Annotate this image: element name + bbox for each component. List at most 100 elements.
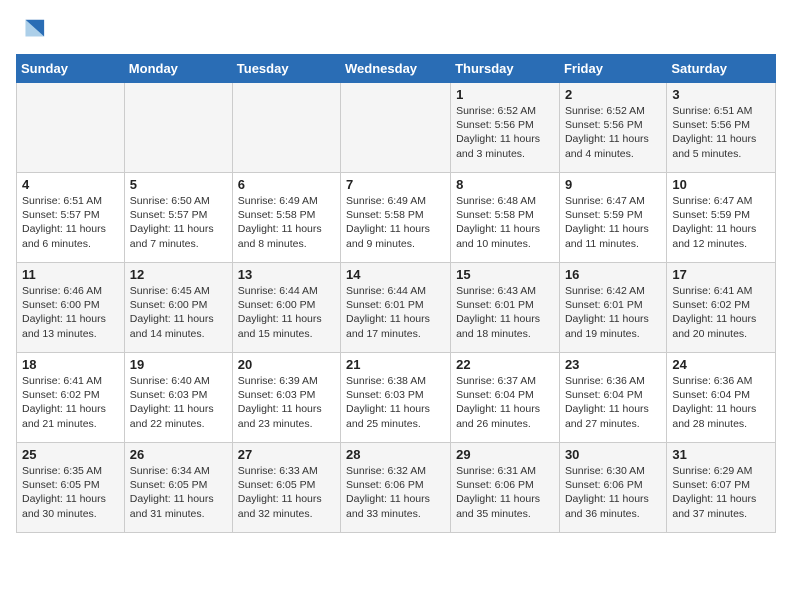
calendar-cell: 8 Sunrise: 6:48 AM Sunset: 5:58 PM Daylig… <box>451 173 560 263</box>
calendar-cell: 23 Sunrise: 6:36 AM Sunset: 6:04 PM Dayli… <box>559 353 666 443</box>
calendar-cell: 18 Sunrise: 6:41 AM Sunset: 6:02 PM Dayli… <box>17 353 125 443</box>
calendar-cell: 13 Sunrise: 6:44 AM Sunset: 6:00 PM Dayli… <box>232 263 340 353</box>
calendar-cell: 9 Sunrise: 6:47 AM Sunset: 5:59 PM Daylig… <box>559 173 666 263</box>
day-number: 28 <box>346 447 445 462</box>
day-info: Sunrise: 6:36 AM Sunset: 6:04 PM Dayligh… <box>565 374 661 431</box>
day-number: 30 <box>565 447 661 462</box>
day-info: Sunrise: 6:52 AM Sunset: 5:56 PM Dayligh… <box>456 104 554 161</box>
calendar-cell: 3Sunrise: 6:51 AM Sunset: 5:56 PM Daylig… <box>667 83 776 173</box>
day-info: Sunrise: 6:37 AM Sunset: 6:04 PM Dayligh… <box>456 374 554 431</box>
day-number: 6 <box>238 177 335 192</box>
day-info: Sunrise: 6:40 AM Sunset: 6:03 PM Dayligh… <box>130 374 227 431</box>
calendar-cell: 31 Sunrise: 6:29 AM Sunset: 6:07 PM Dayli… <box>667 443 776 533</box>
calendar-cell: 27 Sunrise: 6:33 AM Sunset: 6:05 PM Dayli… <box>232 443 340 533</box>
day-info: Sunrise: 6:49 AM Sunset: 5:58 PM Dayligh… <box>346 194 445 251</box>
day-number: 17 <box>672 267 770 282</box>
day-number: 7 <box>346 177 445 192</box>
day-info: Sunrise: 6:43 AM Sunset: 6:01 PM Dayligh… <box>456 284 554 341</box>
day-info: Sunrise: 6:41 AM Sunset: 6:02 PM Dayligh… <box>22 374 119 431</box>
day-info: Sunrise: 6:32 AM Sunset: 6:06 PM Dayligh… <box>346 464 445 521</box>
calendar-cell: 25Sunrise: 6:35 AM Sunset: 6:05 PM Dayli… <box>17 443 125 533</box>
day-info: Sunrise: 6:39 AM Sunset: 6:03 PM Dayligh… <box>238 374 335 431</box>
day-number: 20 <box>238 357 335 372</box>
day-info: Sunrise: 6:51 AM Sunset: 5:56 PM Dayligh… <box>672 104 770 161</box>
day-info: Sunrise: 6:34 AM Sunset: 6:05 PM Dayligh… <box>130 464 227 521</box>
day-number: 10 <box>672 177 770 192</box>
calendar-cell: 17 Sunrise: 6:41 AM Sunset: 6:02 PM Dayli… <box>667 263 776 353</box>
calendar-cell: 12 Sunrise: 6:45 AM Sunset: 6:00 PM Dayli… <box>124 263 232 353</box>
day-info: Sunrise: 6:45 AM Sunset: 6:00 PM Dayligh… <box>130 284 227 341</box>
day-info: Sunrise: 6:49 AM Sunset: 5:58 PM Dayligh… <box>238 194 335 251</box>
logo <box>16 16 46 44</box>
day-info: Sunrise: 6:52 AM Sunset: 5:56 PM Dayligh… <box>565 104 661 161</box>
calendar-cell: 16Sunrise: 6:42 AM Sunset: 6:01 PM Dayli… <box>559 263 666 353</box>
calendar-cell <box>232 83 340 173</box>
day-number: 5 <box>130 177 227 192</box>
day-info: Sunrise: 6:47 AM Sunset: 5:59 PM Dayligh… <box>672 194 770 251</box>
calendar-header-row: SundayMondayTuesdayWednesdayThursdayFrid… <box>17 55 776 83</box>
calendar-cell: 30 Sunrise: 6:30 AM Sunset: 6:06 PM Dayli… <box>559 443 666 533</box>
calendar-cell: 11 Sunrise: 6:46 AM Sunset: 6:00 PM Dayli… <box>17 263 125 353</box>
day-number: 31 <box>672 447 770 462</box>
logo-icon <box>18 16 46 44</box>
calendar-cell <box>124 83 232 173</box>
day-number: 22 <box>456 357 554 372</box>
calendar-week-row: 18 Sunrise: 6:41 AM Sunset: 6:02 PM Dayli… <box>17 353 776 443</box>
day-number: 1 <box>456 87 554 102</box>
day-info: Sunrise: 6:35 AM Sunset: 6:05 PM Dayligh… <box>22 464 119 521</box>
header-thursday: Thursday <box>451 55 560 83</box>
day-number: 29 <box>456 447 554 462</box>
calendar-week-row: 25Sunrise: 6:35 AM Sunset: 6:05 PM Dayli… <box>17 443 776 533</box>
header-monday: Monday <box>124 55 232 83</box>
calendar-cell: 20 Sunrise: 6:39 AM Sunset: 6:03 PM Dayli… <box>232 353 340 443</box>
calendar-cell: 10 Sunrise: 6:47 AM Sunset: 5:59 PM Dayli… <box>667 173 776 263</box>
day-info: Sunrise: 6:46 AM Sunset: 6:00 PM Dayligh… <box>22 284 119 341</box>
calendar-week-row: 11 Sunrise: 6:46 AM Sunset: 6:00 PM Dayli… <box>17 263 776 353</box>
calendar-cell: 26 Sunrise: 6:34 AM Sunset: 6:05 PM Dayli… <box>124 443 232 533</box>
day-info: Sunrise: 6:50 AM Sunset: 5:57 PM Dayligh… <box>130 194 227 251</box>
calendar-cell: 5 Sunrise: 6:50 AM Sunset: 5:57 PM Daylig… <box>124 173 232 263</box>
header-saturday: Saturday <box>667 55 776 83</box>
day-number: 8 <box>456 177 554 192</box>
day-number: 13 <box>238 267 335 282</box>
day-number: 11 <box>22 267 119 282</box>
calendar-cell: 15 Sunrise: 6:43 AM Sunset: 6:01 PM Dayli… <box>451 263 560 353</box>
calendar-cell <box>341 83 451 173</box>
day-info: Sunrise: 6:47 AM Sunset: 5:59 PM Dayligh… <box>565 194 661 251</box>
calendar-table: SundayMondayTuesdayWednesdayThursdayFrid… <box>16 54 776 533</box>
day-number: 23 <box>565 357 661 372</box>
day-info: Sunrise: 6:30 AM Sunset: 6:06 PM Dayligh… <box>565 464 661 521</box>
calendar-cell: 4Sunrise: 6:51 AM Sunset: 5:57 PM Daylig… <box>17 173 125 263</box>
calendar-cell: 21 Sunrise: 6:38 AM Sunset: 6:03 PM Dayli… <box>341 353 451 443</box>
calendar-cell: 1 Sunrise: 6:52 AM Sunset: 5:56 PM Daylig… <box>451 83 560 173</box>
day-number: 27 <box>238 447 335 462</box>
calendar-cell: 19 Sunrise: 6:40 AM Sunset: 6:03 PM Dayli… <box>124 353 232 443</box>
page-header <box>16 16 776 44</box>
day-number: 26 <box>130 447 227 462</box>
day-number: 18 <box>22 357 119 372</box>
calendar-cell: 29Sunrise: 6:31 AM Sunset: 6:06 PM Dayli… <box>451 443 560 533</box>
day-info: Sunrise: 6:29 AM Sunset: 6:07 PM Dayligh… <box>672 464 770 521</box>
day-number: 24 <box>672 357 770 372</box>
calendar-cell: 6 Sunrise: 6:49 AM Sunset: 5:58 PM Daylig… <box>232 173 340 263</box>
day-number: 4 <box>22 177 119 192</box>
day-info: Sunrise: 6:38 AM Sunset: 6:03 PM Dayligh… <box>346 374 445 431</box>
header-tuesday: Tuesday <box>232 55 340 83</box>
day-number: 14 <box>346 267 445 282</box>
day-info: Sunrise: 6:44 AM Sunset: 6:00 PM Dayligh… <box>238 284 335 341</box>
day-number: 9 <box>565 177 661 192</box>
calendar-cell: 7 Sunrise: 6:49 AM Sunset: 5:58 PM Daylig… <box>341 173 451 263</box>
day-number: 12 <box>130 267 227 282</box>
day-number: 15 <box>456 267 554 282</box>
day-info: Sunrise: 6:41 AM Sunset: 6:02 PM Dayligh… <box>672 284 770 341</box>
header-wednesday: Wednesday <box>341 55 451 83</box>
header-sunday: Sunday <box>17 55 125 83</box>
calendar-cell: 22 Sunrise: 6:37 AM Sunset: 6:04 PM Dayli… <box>451 353 560 443</box>
day-number: 16 <box>565 267 661 282</box>
calendar-cell: 2Sunrise: 6:52 AM Sunset: 5:56 PM Daylig… <box>559 83 666 173</box>
day-info: Sunrise: 6:48 AM Sunset: 5:58 PM Dayligh… <box>456 194 554 251</box>
day-number: 21 <box>346 357 445 372</box>
day-number: 19 <box>130 357 227 372</box>
calendar-cell: 14Sunrise: 6:44 AM Sunset: 6:01 PM Dayli… <box>341 263 451 353</box>
day-info: Sunrise: 6:33 AM Sunset: 6:05 PM Dayligh… <box>238 464 335 521</box>
